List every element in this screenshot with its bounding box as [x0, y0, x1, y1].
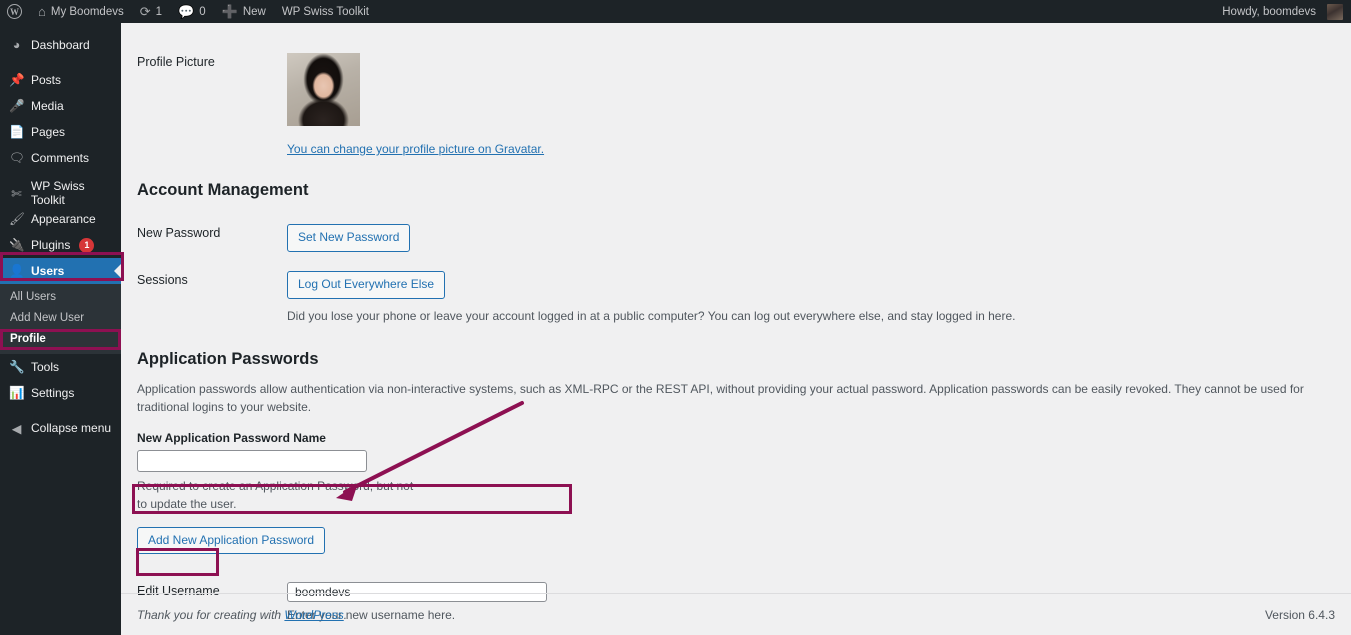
new-application-password-help-line1: Required to create an Application Passwo… — [137, 478, 414, 493]
wp-swiss-toolkit-menu[interactable]: WP Swiss Toolkit — [274, 0, 377, 23]
sidebar-item-pages[interactable]: 📄 Pages — [0, 119, 121, 145]
admin-sidebar: ◕ Dashboard 📌 Posts 🎤 Media 📄 Pages 🗨 Co… — [0, 23, 121, 635]
sidebar-item-appearance[interactable]: 🖌 Appearance — [0, 206, 121, 232]
new-application-password-section: New Application Password Name Required t… — [121, 431, 1351, 555]
plugins-update-badge: 1 — [79, 237, 95, 253]
sidebar-item-dashboard[interactable]: ◕ Dashboard — [0, 32, 121, 58]
site-name-menu[interactable]: ⌂ My Boomdevs — [30, 0, 132, 23]
sidebar-divider-1 — [0, 58, 121, 67]
new-password-row: New Password Set New Password — [121, 224, 1351, 252]
sidebar-item-label: Media — [31, 99, 64, 113]
sessions-field: Log Out Everywhere Else Did you lose you… — [287, 270, 1351, 325]
pin-icon: 📌 — [9, 72, 25, 87]
dashboard-icon: ◕ — [12, 38, 21, 52]
submenu-item-label: Add New User — [10, 312, 85, 324]
new-label: New — [242, 5, 266, 18]
gravatar-link[interactable]: You can change your profile picture on G… — [287, 142, 544, 156]
sidebar-item-profile[interactable]: Profile — [0, 329, 121, 350]
brush-icon: 🖌 — [9, 211, 25, 226]
avatar — [1327, 3, 1343, 20]
sidebar-item-wp-swiss-toolkit[interactable]: ✄ WP Swiss Toolkit — [0, 179, 121, 207]
new-password-field: Set New Password — [287, 224, 1351, 252]
sidebar-item-posts[interactable]: 📌 Posts — [0, 67, 121, 93]
updates-icon: ⟳ — [139, 4, 151, 19]
footer-thanks-suffix: . — [343, 607, 348, 622]
sessions-row: Sessions Log Out Everywhere Else Did you… — [121, 270, 1351, 325]
howdy-label: Howdy, boomdevs — [1222, 5, 1316, 18]
sidebar-item-users[interactable]: 👤 Users — [0, 258, 121, 284]
pages-icon: 📄 — [9, 124, 25, 139]
scrolled-off-row — [121, 23, 1351, 27]
wrench-icon: 🔧 — [9, 359, 25, 374]
new-content-menu[interactable]: ➕ New — [214, 0, 274, 23]
sidebar-item-tools[interactable]: 🔧 Tools — [0, 354, 121, 380]
plug-icon: 🔌 — [9, 237, 25, 252]
collapse-icon: ◀ — [11, 421, 22, 436]
sidebar-item-collapse-menu[interactable]: ◀ Collapse menu — [0, 415, 121, 441]
profile-page-content: Profile Picture You can change your prof… — [121, 23, 1351, 635]
home-icon: ⌂ — [38, 4, 46, 19]
new-application-password-help-line2: to update the user. — [137, 496, 237, 511]
profile-picture-field: You can change your profile picture on G… — [287, 53, 1351, 158]
updates-count: 1 — [155, 5, 163, 18]
updates-menu[interactable]: ⟳ 1 — [132, 0, 170, 23]
profile-picture-label: Profile Picture — [137, 55, 215, 69]
sidebar-item-label: Plugins — [31, 238, 71, 252]
submenu-item-label: All Users — [10, 291, 57, 303]
new-application-password-name-input[interactable] — [137, 449, 367, 472]
set-new-password-button[interactable]: Set New Password — [287, 224, 411, 252]
admin-bar: ⌂ My Boomdevs ⟳ 1 💬 0 ➕ New WP Swiss Too… — [0, 0, 1351, 23]
sidebar-item-label: Appearance — [31, 212, 96, 226]
account-menu[interactable]: Howdy, boomdevs — [1214, 0, 1351, 23]
footer-thanks: Thank you for creating with WordPress. — [137, 608, 347, 622]
sidebar-item-label: Settings — [31, 386, 75, 400]
new-password-label: New Password — [137, 226, 221, 240]
new-application-password-name-label: New Application Password Name — [137, 430, 326, 445]
sidebar-top-gap — [0, 23, 121, 32]
add-new-application-password-button[interactable]: Add New Application Password — [137, 526, 326, 555]
sidebar-divider-3 — [0, 406, 121, 415]
site-name-label: My Boomdevs — [50, 5, 124, 18]
comment-bubble-icon: 💬 — [178, 4, 195, 19]
sidebar-item-comments[interactable]: 🗨 Comments — [0, 145, 121, 171]
scissors-icon: ✄ — [11, 186, 22, 201]
user-profile-photo — [287, 53, 360, 126]
sidebar-item-label: Tools — [31, 360, 60, 374]
submenu-item-label: Profile — [10, 333, 46, 345]
sliders-icon: 📊 — [9, 385, 25, 400]
wordpress-link[interactable]: WordPress — [284, 608, 343, 622]
sidebar-item-settings[interactable]: 📊 Settings — [0, 380, 121, 406]
sidebar-item-label: Collapse menu — [31, 421, 112, 435]
footer-thanks-prefix: Thank you for creating with — [137, 607, 285, 622]
sessions-description: Did you lose your phone or leave your ac… — [287, 308, 1016, 323]
sidebar-item-all-users[interactable]: All Users — [0, 287, 121, 308]
sidebar-item-label: Posts — [31, 73, 62, 87]
sidebar-item-add-new-user[interactable]: Add New User — [0, 308, 121, 329]
plus-icon: ➕ — [221, 4, 238, 19]
sidebar-item-label: Comments — [31, 151, 90, 165]
wordpress-logo-icon — [7, 4, 22, 19]
wp-swiss-toolkit-label: WP Swiss Toolkit — [281, 5, 369, 18]
comments-count: 0 — [199, 5, 206, 18]
wordpress-version: Version 6.4.3 — [1264, 607, 1335, 622]
sidebar-item-label: Users — [31, 264, 65, 278]
comments-menu[interactable]: 💬 0 — [170, 0, 214, 23]
sidebar-item-plugins[interactable]: 🔌 Plugins 1 — [0, 232, 121, 258]
profile-picture-row: Profile Picture You can change your prof… — [121, 53, 1351, 158]
user-icon: 👤 — [9, 263, 25, 278]
sidebar-item-label: WP Swiss Toolkit — [30, 179, 85, 207]
account-management-heading: Account Management — [137, 181, 309, 199]
log-out-everywhere-button[interactable]: Log Out Everywhere Else — [287, 270, 446, 299]
admin-footer: Thank you for creating with WordPress. V… — [121, 593, 1351, 635]
sidebar-item-label: Pages — [31, 125, 66, 139]
comment-icon: 🗨 — [9, 150, 25, 165]
application-passwords-description: Application passwords allow authenticati… — [137, 381, 1304, 414]
media-icon: 🎤 — [9, 98, 25, 113]
wordpress-logo-button[interactable] — [0, 0, 30, 23]
users-submenu: All Users Add New User Profile — [0, 284, 121, 354]
sidebar-item-label: Dashboard — [31, 38, 90, 52]
application-passwords-heading: Application Passwords — [137, 349, 319, 368]
sessions-label: Sessions — [137, 272, 188, 287]
sidebar-item-media[interactable]: 🎤 Media — [0, 93, 121, 119]
